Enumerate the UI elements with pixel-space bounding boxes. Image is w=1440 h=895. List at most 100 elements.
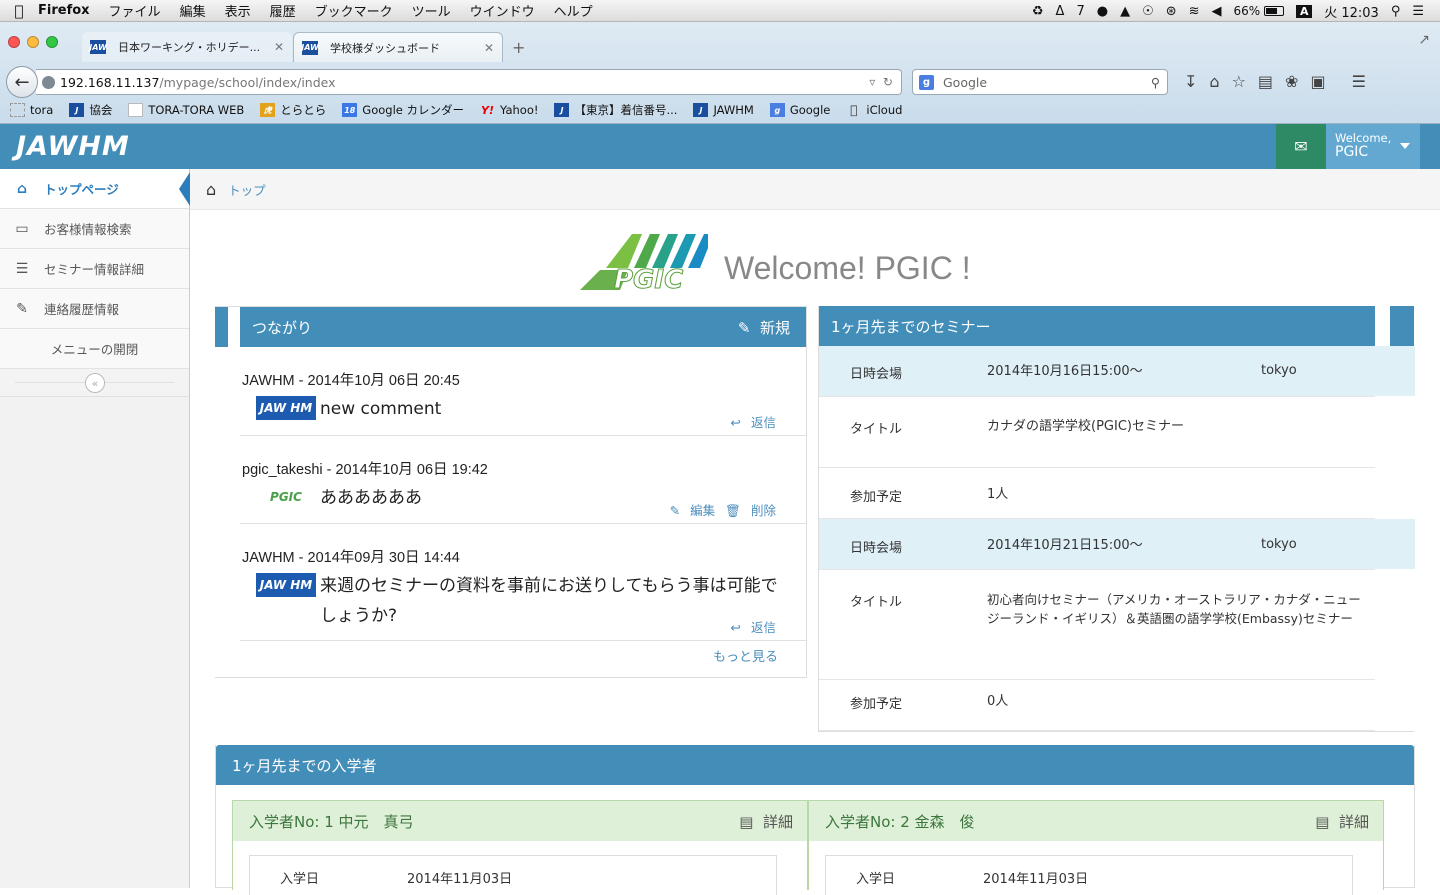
pencil-icon: ✎ <box>737 318 751 337</box>
row-strip <box>1375 680 1415 730</box>
menu-bookmarks[interactable]: ブックマーク <box>315 1 393 20</box>
menu-hamburger-icon[interactable]: ☰ <box>1352 72 1366 91</box>
menu-window[interactable]: ウインドウ <box>470 1 535 20</box>
see-more-link[interactable]: もっと見る <box>713 646 778 665</box>
clock[interactable]: 火 12:03 <box>1324 2 1379 21</box>
menu-app-firefox[interactable]: Firefox <box>38 3 90 18</box>
bookmark-icloud[interactable]:  iCloud <box>846 103 902 117</box>
message-item: JAWHM - 2014年09月 30日 14:44 JAW HM 来週のセミナー… <box>240 524 806 641</box>
bookmark-tokyo-incoming[interactable]: J 【東京】着信番号... <box>554 102 677 118</box>
close-tab-icon[interactable]: ✕ <box>274 40 284 54</box>
bookmark-google[interactable]: g Google <box>769 103 830 117</box>
reply-link[interactable]: ↩ 返信 <box>731 620 777 635</box>
sidebar-item-top-page[interactable]: ⌂ トップページ <box>0 169 190 209</box>
zoom-window-button[interactable] <box>46 36 58 48</box>
reading-list-icon[interactable]: ▤ <box>1258 72 1273 91</box>
battery-percent[interactable]: 66% <box>1234 4 1261 18</box>
jawhm-favicon-icon: J <box>554 103 570 117</box>
menu-view[interactable]: 表示 <box>225 1 251 20</box>
apple-icon[interactable]:  <box>0 2 38 20</box>
bookmark-star-icon[interactable]: ☆ <box>1232 72 1246 91</box>
bookmark-tora-tora-web[interactable]: TORA-TORA WEB <box>128 103 244 117</box>
sidebar-item-toggle-menu[interactable]: メニューの開閉 <box>0 329 189 369</box>
entrant-detail-button[interactable]: ▤ 詳細 <box>739 811 793 832</box>
messages-button[interactable]: ✉ <box>1276 124 1326 169</box>
new-tab-icon[interactable]: + <box>512 38 525 57</box>
bookmark-label: TORA-TORA WEB <box>148 103 245 117</box>
menu-file[interactable]: ファイル <box>109 1 161 20</box>
bookmark-toratora[interactable]: 虎とらとら <box>260 102 326 118</box>
reply-link[interactable]: ↩ 返信 <box>731 415 777 430</box>
seminar-title-link[interactable]: 初心者向けセミナー（アメリカ・オーストラリア・カナダ・ニュージーランド・イギリス… <box>987 590 1372 628</box>
drive-icon[interactable]: ▲ <box>1120 4 1130 19</box>
entrant-detail-button[interactable]: ▤ 詳細 <box>1315 811 1369 832</box>
enroll-date: 2014年11月03日 <box>983 872 1089 887</box>
screenshot-icon[interactable]: ▣ <box>1310 72 1325 91</box>
back-button[interactable]: ← <box>6 66 38 98</box>
home-icon[interactable]: ⌂ <box>206 180 216 199</box>
mac-menubar:  Firefox ファイル 編集 表示 履歴 ブックマーク ツール ウインドウ… <box>0 0 1440 22</box>
accessibility-icon[interactable]: ☉ <box>1142 4 1154 19</box>
home-icon[interactable]: ⌂ <box>1209 72 1219 91</box>
evernote-icon[interactable]: ● <box>1097 4 1108 19</box>
fullscreen-icon[interactable]: ↗ <box>1418 32 1430 48</box>
reload-icon[interactable]: ▿ ↻ <box>869 75 893 89</box>
close-window-button[interactable] <box>8 36 20 48</box>
sync-icon[interactable]: ♻ <box>1032 4 1044 19</box>
user-menu-button[interactable]: Welcome, PGIC <box>1326 124 1420 169</box>
close-tab-icon[interactable]: ✕ <box>484 41 494 55</box>
url-bar[interactable]: 192.168.11.137/mypage/school/index/index… <box>36 69 902 95</box>
search-icon[interactable]: ⚲ <box>1151 75 1160 90</box>
page-icon <box>128 103 144 117</box>
bookmark-label: とらとら <box>280 103 327 117</box>
tab-japan-working-holiday[interactable]: JAW 日本ワーキング・ホリデー... ✕ <box>82 32 292 62</box>
tab-school-dashboard[interactable]: JAW 学校様ダッシュボード ✕ <box>293 32 503 62</box>
menu-edit[interactable]: 編集 <box>180 1 206 20</box>
jawhm-favicon-icon: JAW <box>89 40 107 54</box>
download-icon[interactable]: ↧ <box>1184 72 1197 91</box>
sidebar-item-seminar-details[interactable]: ☰ セミナー情報詳細 <box>0 249 189 289</box>
tab-strip: JAW 日本ワーキング・ホリデー... ✕ JAW 学校様ダッシュボード ✕ +… <box>0 22 1440 62</box>
double-chevron-left-icon[interactable]: « <box>85 373 105 393</box>
adobe-icon[interactable]: Δ <box>1056 4 1065 19</box>
addon-icon[interactable]: ❀ <box>1285 72 1298 91</box>
new-post-button[interactable]: ✎ 新規 <box>738 317 790 338</box>
ime-indicator[interactable]: A <box>1296 4 1313 18</box>
google-engine-icon[interactable]: g <box>919 75 934 90</box>
pgic-logo-graphic: PGIC <box>580 234 708 296</box>
sidebar-item-customer-search[interactable]: ▭ お客様情報検索 <box>0 209 189 249</box>
sidebar-item-label: メニューの開閉 <box>50 342 139 357</box>
connections-widget: つながり ✎ 新規 JAWHM - 2014年10月 06日 20:45 JAW… <box>215 306 807 678</box>
bookmark-tora[interactable]: tora <box>10 103 53 117</box>
delete-label: 削除 <box>750 503 776 518</box>
bluetooth-icon[interactable]: ⊛ <box>1166 4 1177 19</box>
search-input[interactable]: g Google ⚲ <box>912 69 1168 95</box>
url-path: /mypage/school/index/index <box>159 74 336 90</box>
volume-icon[interactable]: ◀ <box>1212 4 1222 19</box>
entrants-widget: 1ヶ月先までの入学者 入学者No: 1 中元 真弓 ▤ 詳細 入学日 2014年… <box>215 745 1415 895</box>
minimize-window-button[interactable] <box>27 36 39 48</box>
edit-link[interactable]: ✎ 編集 <box>670 503 716 518</box>
notification-list-icon[interactable]: ☰ <box>1412 4 1424 19</box>
bookmark-kyokai[interactable]: J 協会 <box>69 102 112 118</box>
menu-tools[interactable]: ツール <box>412 1 451 20</box>
seminar-count-row: 参加予定 1人 <box>819 468 1415 519</box>
reply-label: 返信 <box>750 415 776 430</box>
sidebar-item-contact-history[interactable]: ✎ 連絡履歴情報 <box>0 289 189 329</box>
jawhm-avatar: JAW HM <box>256 396 316 420</box>
site-identity-icon[interactable] <box>42 76 55 89</box>
wifi-icon[interactable]: ≋ <box>1189 4 1200 19</box>
bookmark-jawhm[interactable]: J JAWHM <box>693 103 754 117</box>
seminar-title-link[interactable]: カナダの語学学校(PGIC)セミナー <box>987 417 1372 436</box>
bookmark-google-calendar[interactable]: 18 Google カレンダー <box>342 102 464 118</box>
breadcrumb-top-link[interactable]: トップ <box>228 180 266 199</box>
delete-link[interactable]: 🗑 削除 <box>725 503 776 518</box>
menu-history[interactable]: 履歴 <box>270 1 296 20</box>
sidebar: ⌂ トップページ ▭ お客様情報検索 ☰ セミナー情報詳細 ✎ 連絡履歴情報 メ… <box>0 169 190 888</box>
brand-logo[interactable]: JAWHM <box>16 131 130 162</box>
bookmark-yahoo[interactable]: Y! Yahoo! <box>480 103 538 117</box>
bookmark-label: 【東京】着信番号... <box>574 103 678 117</box>
entrant-card-header: 入学者No: 2 金森 俊 ▤ 詳細 <box>809 801 1383 841</box>
menu-help[interactable]: ヘルプ <box>554 1 593 20</box>
spotlight-icon[interactable]: ⚲ <box>1391 4 1401 19</box>
